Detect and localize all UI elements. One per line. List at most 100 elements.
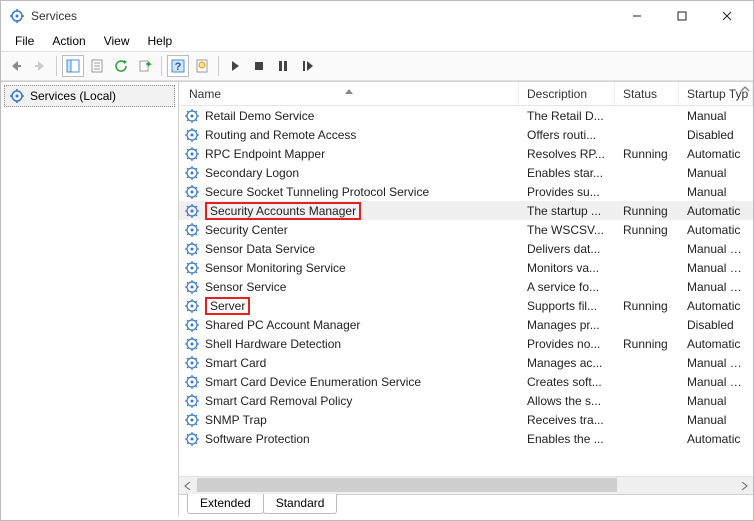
menu-action[interactable]: Action: [44, 32, 93, 50]
header-name[interactable]: Name: [179, 82, 519, 105]
gear-icon: [184, 222, 200, 238]
service-row[interactable]: SNMP TrapReceives tra...Manual: [179, 410, 753, 429]
pause-service-button[interactable]: [272, 55, 294, 77]
start-service-button[interactable]: [224, 55, 246, 77]
scroll-track[interactable]: [197, 477, 735, 494]
close-button[interactable]: [704, 1, 749, 31]
app-icon: [9, 8, 25, 24]
service-description: Manages ac...: [519, 356, 615, 370]
service-row[interactable]: Retail Demo ServiceThe Retail D...Manual: [179, 106, 753, 125]
service-row[interactable]: Security CenterThe WSCSV...RunningAutoma…: [179, 220, 753, 239]
gear-icon: [184, 317, 200, 333]
gear-icon: [184, 146, 200, 162]
gear-icon: [184, 374, 200, 390]
service-row[interactable]: ServerSupports fil...RunningAutomatic: [179, 296, 753, 315]
service-row[interactable]: Routing and Remote AccessOffers routi...…: [179, 125, 753, 144]
gear-icon: [184, 355, 200, 371]
properties-button[interactable]: [86, 55, 108, 77]
service-name-label: Smart Card: [205, 356, 266, 370]
service-startup: Automatic: [679, 299, 753, 313]
service-description: Provides no...: [519, 337, 615, 351]
service-startup: Manual (Tri: [679, 261, 753, 275]
service-row[interactable]: Sensor Monitoring ServiceMonitors va...M…: [179, 258, 753, 277]
sort-ascending-icon: [345, 83, 353, 97]
horizontal-scrollbar[interactable]: [179, 476, 753, 494]
view-tabs: Extended Standard: [179, 494, 753, 516]
service-description: Offers routi...: [519, 128, 615, 142]
column-headers: Name Description Status Startup Typ: [179, 82, 753, 106]
scroll-thumb[interactable]: [197, 478, 617, 492]
service-row[interactable]: Secondary LogonEnables star...Manual: [179, 163, 753, 182]
service-startup: Manual: [679, 166, 753, 180]
maximize-button[interactable]: [659, 1, 704, 31]
service-description: A service fo...: [519, 280, 615, 294]
service-row[interactable]: Secure Socket Tunneling Protocol Service…: [179, 182, 753, 201]
service-status: Running: [615, 204, 679, 218]
service-name-label: Retail Demo Service: [205, 109, 314, 123]
service-startup: Manual (Tri: [679, 280, 753, 294]
service-row[interactable]: Shell Hardware DetectionProvides no...Ru…: [179, 334, 753, 353]
service-list: Name Description Status Startup Typ Reta…: [179, 82, 753, 494]
refresh-button[interactable]: [110, 55, 132, 77]
service-row[interactable]: Shared PC Account ManagerManages pr...Di…: [179, 315, 753, 334]
gear-icon: [184, 412, 200, 428]
service-row[interactable]: Security Accounts ManagerThe startup ...…: [179, 201, 753, 220]
header-startup-type[interactable]: Startup Typ: [679, 82, 753, 105]
window-controls: [614, 1, 749, 31]
service-row[interactable]: Sensor Data ServiceDelivers dat...Manual…: [179, 239, 753, 258]
service-startup: Manual: [679, 109, 753, 123]
service-row[interactable]: Smart Card Device Enumeration ServiceCre…: [179, 372, 753, 391]
stop-service-button[interactable]: [248, 55, 270, 77]
forward-button[interactable]: [29, 55, 51, 77]
gear-icon: [184, 431, 200, 447]
service-description: Resolves RP...: [519, 147, 615, 161]
export-button[interactable]: [134, 55, 156, 77]
gear-icon: [184, 298, 200, 314]
service-startup: Manual (Tri: [679, 375, 753, 389]
minimize-button[interactable]: [614, 1, 659, 31]
gear-icon: [9, 88, 25, 104]
tab-standard[interactable]: Standard: [263, 494, 338, 514]
gear-icon: [184, 165, 200, 181]
service-startup: Disabled: [679, 128, 753, 142]
menu-help[interactable]: Help: [140, 32, 181, 50]
menu-file[interactable]: File: [7, 32, 42, 50]
show-hide-tree-button[interactable]: [62, 55, 84, 77]
scroll-right-button[interactable]: [735, 477, 753, 494]
service-description: Allows the s...: [519, 394, 615, 408]
service-row[interactable]: Smart Card Removal PolicyAllows the s...…: [179, 391, 753, 410]
tab-extended[interactable]: Extended: [187, 494, 264, 514]
menu-view[interactable]: View: [96, 32, 138, 50]
scroll-up-icon[interactable]: [740, 83, 750, 93]
service-row[interactable]: Sensor ServiceA service fo...Manual (Tri: [179, 277, 753, 296]
tree-root-services-local[interactable]: Services (Local): [4, 85, 175, 107]
service-description: Enables the ...: [519, 432, 615, 446]
service-row[interactable]: Smart CardManages ac...Manual (Tri: [179, 353, 753, 372]
titlebar: Services: [1, 1, 753, 31]
toolbar: ?: [1, 51, 753, 81]
service-name-label: Shared PC Account Manager: [205, 318, 360, 332]
service-startup: Manual: [679, 413, 753, 427]
service-row[interactable]: RPC Endpoint MapperResolves RP...Running…: [179, 144, 753, 163]
tree-pane: Services (Local): [1, 82, 179, 516]
service-description: Provides su...: [519, 185, 615, 199]
svg-text:?: ?: [175, 61, 182, 73]
scroll-left-button[interactable]: [179, 477, 197, 494]
restart-service-button[interactable]: [296, 55, 318, 77]
back-button[interactable]: [5, 55, 27, 77]
service-startup: Manual (Tri: [679, 242, 753, 256]
service-startup: Automatic: [679, 337, 753, 351]
help-topics-button[interactable]: [191, 55, 213, 77]
help-button[interactable]: ?: [167, 55, 189, 77]
gear-icon: [184, 393, 200, 409]
service-description: Delivers dat...: [519, 242, 615, 256]
list-pane: Name Description Status Startup Typ Reta…: [179, 82, 753, 516]
highlight-rect: Security Accounts Manager: [205, 202, 361, 220]
gear-icon: [184, 241, 200, 257]
header-status[interactable]: Status: [615, 82, 679, 105]
service-name-label: Sensor Monitoring Service: [205, 261, 346, 275]
header-description[interactable]: Description: [519, 82, 615, 105]
separator: [218, 56, 219, 76]
gear-icon: [184, 108, 200, 124]
service-row[interactable]: Software ProtectionEnables the ...Automa…: [179, 429, 753, 448]
